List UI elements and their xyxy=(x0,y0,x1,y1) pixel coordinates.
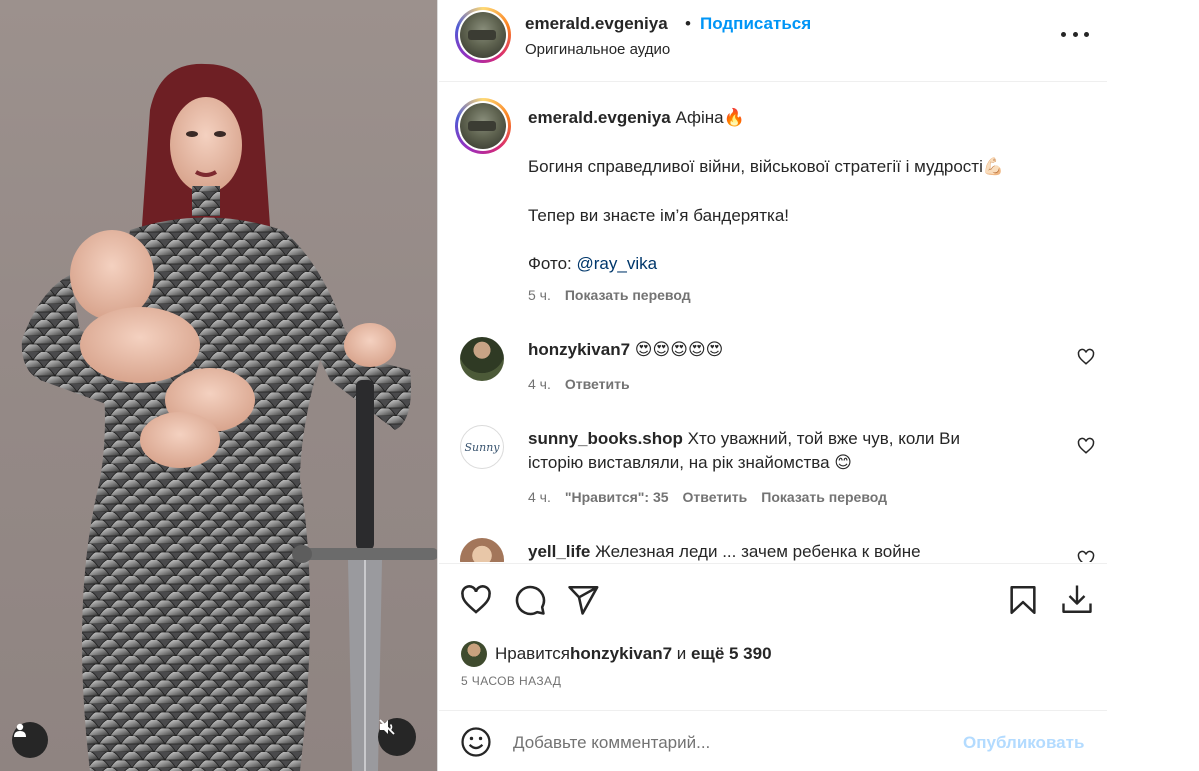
caption-line-2: Тепер ви знаєте ім’я бандерятка! xyxy=(528,206,790,225)
separator-dot: • xyxy=(685,14,691,33)
speaker-muted-icon xyxy=(379,719,395,735)
liker-avatar[interactable] xyxy=(461,641,487,667)
audio-link[interactable]: Оригинальное аудио xyxy=(525,41,670,58)
comment-text: Железная леди ... зачем ребенка к войне xyxy=(595,542,921,561)
post-header: emerald.evgeniya • Подписаться Оригиналь… xyxy=(439,0,1107,82)
publish-button[interactable]: Опубликовать xyxy=(963,733,1084,753)
more-options-button[interactable] xyxy=(1061,24,1089,44)
more-dot xyxy=(1084,31,1089,37)
comments-scroll-area[interactable]: emerald.evgeniya Афіна🔥 Богиня справедли… xyxy=(439,82,1107,562)
user-tags-button[interactable] xyxy=(12,722,48,758)
comment-body: sunny_books.shop Хто уважний, той вже чу… xyxy=(528,427,1008,475)
commenter-avatar[interactable] xyxy=(460,538,504,562)
comment-likes-count[interactable]: "Нравится": 35 xyxy=(565,489,669,505)
comment-username[interactable]: yell_life xyxy=(528,542,590,561)
video-frame xyxy=(21,63,437,771)
likes-middle: и xyxy=(672,644,692,663)
avatar-logo-text: Sunny xyxy=(464,440,500,454)
liker-username[interactable]: honzykivan7 xyxy=(570,644,672,664)
comment-icon[interactable] xyxy=(513,583,547,617)
follow-button[interactable]: Подписаться xyxy=(700,14,811,34)
more-dot xyxy=(1061,31,1066,37)
comment-body: honzykivan7 😍😍😍😍😍 xyxy=(528,338,723,362)
post-time-ago[interactable]: 5 ЧАСОВ НАЗАД xyxy=(461,674,561,688)
emoji-icon[interactable] xyxy=(459,725,493,759)
photo-credit-label: Фото: xyxy=(528,254,577,273)
page-margin xyxy=(1107,0,1199,771)
author-username[interactable]: emerald.evgeniya xyxy=(525,14,668,34)
likes-prefix: Нравится xyxy=(495,644,571,663)
reply-button[interactable]: Ответить xyxy=(565,376,630,392)
post-video[interactable] xyxy=(0,0,438,771)
reply-button[interactable]: Ответить xyxy=(683,489,748,505)
author-avatar[interactable] xyxy=(455,7,511,63)
comment-input[interactable] xyxy=(513,729,943,757)
photographer-mention[interactable]: @ray_vika xyxy=(577,254,658,273)
comment-username[interactable]: honzykivan7 xyxy=(528,340,630,359)
caption-meta: 5 ч. Показать перевод xyxy=(528,287,691,303)
instagram-post-view: emerald.evgeniya • Подписаться Оригиналь… xyxy=(0,0,1199,771)
caption-username[interactable]: emerald.evgeniya xyxy=(528,108,671,127)
comment-translate-button[interactable]: Показать перевод xyxy=(761,489,887,505)
caption-time[interactable]: 5 ч. xyxy=(528,287,551,303)
heart-icon[interactable] xyxy=(459,583,493,617)
likes-summary[interactable]: Нравится honzykivan7 и ещё 5 390 xyxy=(461,641,772,667)
comment-meta: 4 ч. "Нравится": 35 Ответить Показать перев… xyxy=(528,489,887,505)
send-icon[interactable] xyxy=(566,583,600,617)
comment-text: 😍😍😍😍😍 xyxy=(634,340,724,359)
user-icon xyxy=(14,723,26,737)
caption-translate-button[interactable]: Показать перевод xyxy=(565,287,691,303)
caption-title: Афіна🔥 xyxy=(675,108,745,127)
commenter-avatar[interactable]: Sunny xyxy=(460,425,504,469)
download-icon[interactable] xyxy=(1059,581,1095,617)
bookmark-icon[interactable] xyxy=(1006,583,1040,617)
comment-body: yell_life Железная леди ... зачем ребенк… xyxy=(528,540,921,562)
comment-time[interactable]: 4 ч. xyxy=(528,376,551,392)
add-comment-bar: Опубликовать xyxy=(439,710,1107,771)
comment-time[interactable]: 4 ч. xyxy=(528,489,551,505)
post-details-panel: emerald.evgeniya • Подписаться Оригиналь… xyxy=(439,0,1107,771)
caption-title-line: emerald.evgeniya Афіна🔥 xyxy=(528,106,745,130)
commenter-avatar[interactable] xyxy=(460,337,504,381)
comment-like-icon[interactable] xyxy=(1077,550,1095,562)
more-dot xyxy=(1072,31,1078,37)
comment-username[interactable]: sunny_books.shop xyxy=(528,429,683,448)
comment-like-icon[interactable] xyxy=(1077,437,1095,455)
mute-button[interactable] xyxy=(378,718,416,756)
likes-count[interactable]: ещё 5 390 xyxy=(691,644,772,664)
caption-photo-credit: Фото: @ray_vika xyxy=(528,252,657,276)
caption-avatar[interactable] xyxy=(455,98,511,154)
comment-like-icon[interactable] xyxy=(1077,348,1095,366)
actions-divider xyxy=(439,563,1107,564)
comment-meta: 4 ч. Ответить xyxy=(528,376,630,392)
caption-line-1: Богиня справедливої війни, військової ст… xyxy=(528,157,1005,176)
